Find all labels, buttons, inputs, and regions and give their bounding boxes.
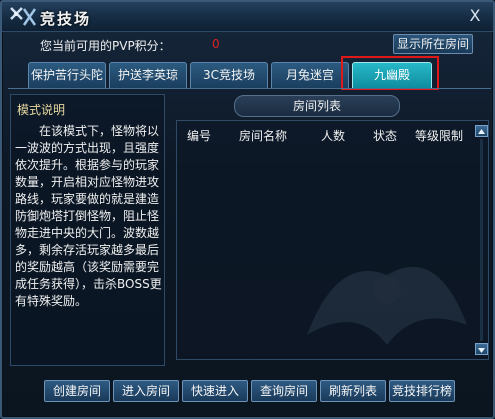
close-button[interactable]: X (467, 7, 483, 25)
column-header-room-name[interactable]: 房间名称 (239, 127, 287, 144)
tab-divider (8, 88, 491, 89)
tab-protect-monk[interactable]: 保护苦行头陀 (28, 62, 106, 88)
arrow-up-icon (478, 129, 485, 134)
action-bar: 创建房间 进入房间 快速进入 查询房间 刷新列表 竞技排行榜 (2, 372, 493, 412)
tab-3c-arena[interactable]: 3C竞技场 (190, 62, 268, 88)
tab-moon-rabbit-maze[interactable]: 月兔迷宫 (271, 62, 349, 88)
background-emblem-icon (307, 266, 467, 345)
tab-escort-li-yingqiong[interactable]: 护送李英琼 (109, 62, 187, 88)
tab-jiuyou-hall[interactable]: 九幽殿 (352, 62, 432, 88)
arena-window: 竞技场 X 您当前可用的PVP积分： 0 显示所在房间 保护苦行头陀 护送李英琼… (0, 0, 495, 419)
room-list-panel: 编号 房间名称 人数 状态 等级限制 (176, 120, 489, 360)
quick-join-button[interactable]: 快速进入 (182, 380, 248, 402)
arrow-down-icon (478, 348, 485, 353)
ranking-button[interactable]: 竞技排行榜 (389, 380, 455, 402)
column-header-player-count[interactable]: 人数 (321, 127, 345, 144)
column-header-status[interactable]: 状态 (373, 127, 397, 144)
room-list-body[interactable] (177, 145, 472, 359)
window-title: 竞技场 (40, 10, 92, 28)
room-list-title: 房间列表 (234, 95, 400, 117)
refresh-list-button[interactable]: 刷新列表 (320, 380, 386, 402)
scroll-track[interactable] (480, 139, 483, 341)
mode-description-panel: 模式说明 在该模式下，怪物将以一波波的方式出现，且强度依次提升。根据参与的玩家数… (10, 94, 165, 366)
join-room-button[interactable]: 进入房间 (113, 380, 179, 402)
title-bar[interactable]: 竞技场 X (2, 2, 493, 32)
create-room-button[interactable]: 创建房间 (44, 380, 110, 402)
column-header-level-limit[interactable]: 等级限制 (415, 127, 463, 144)
column-header-number[interactable]: 编号 (187, 127, 211, 144)
pvp-points-value: 0 (212, 37, 220, 51)
scroll-down-button[interactable] (475, 343, 488, 355)
search-room-button[interactable]: 查询房间 (251, 380, 317, 402)
crossed-swords-icon (10, 7, 37, 26)
pvp-points-label: 您当前可用的PVP积分： (40, 39, 171, 53)
room-list-scrollbar[interactable] (475, 121, 488, 359)
mode-description-title: 模式说明 (17, 103, 66, 117)
mode-description-text: 在该模式下，怪物将以一波波的方式出现，且强度依次提升。根据参与的玩家数量，开启相… (15, 124, 162, 308)
show-current-room-button[interactable]: 显示所在房间 (393, 34, 473, 54)
scroll-up-button[interactable] (475, 125, 488, 137)
